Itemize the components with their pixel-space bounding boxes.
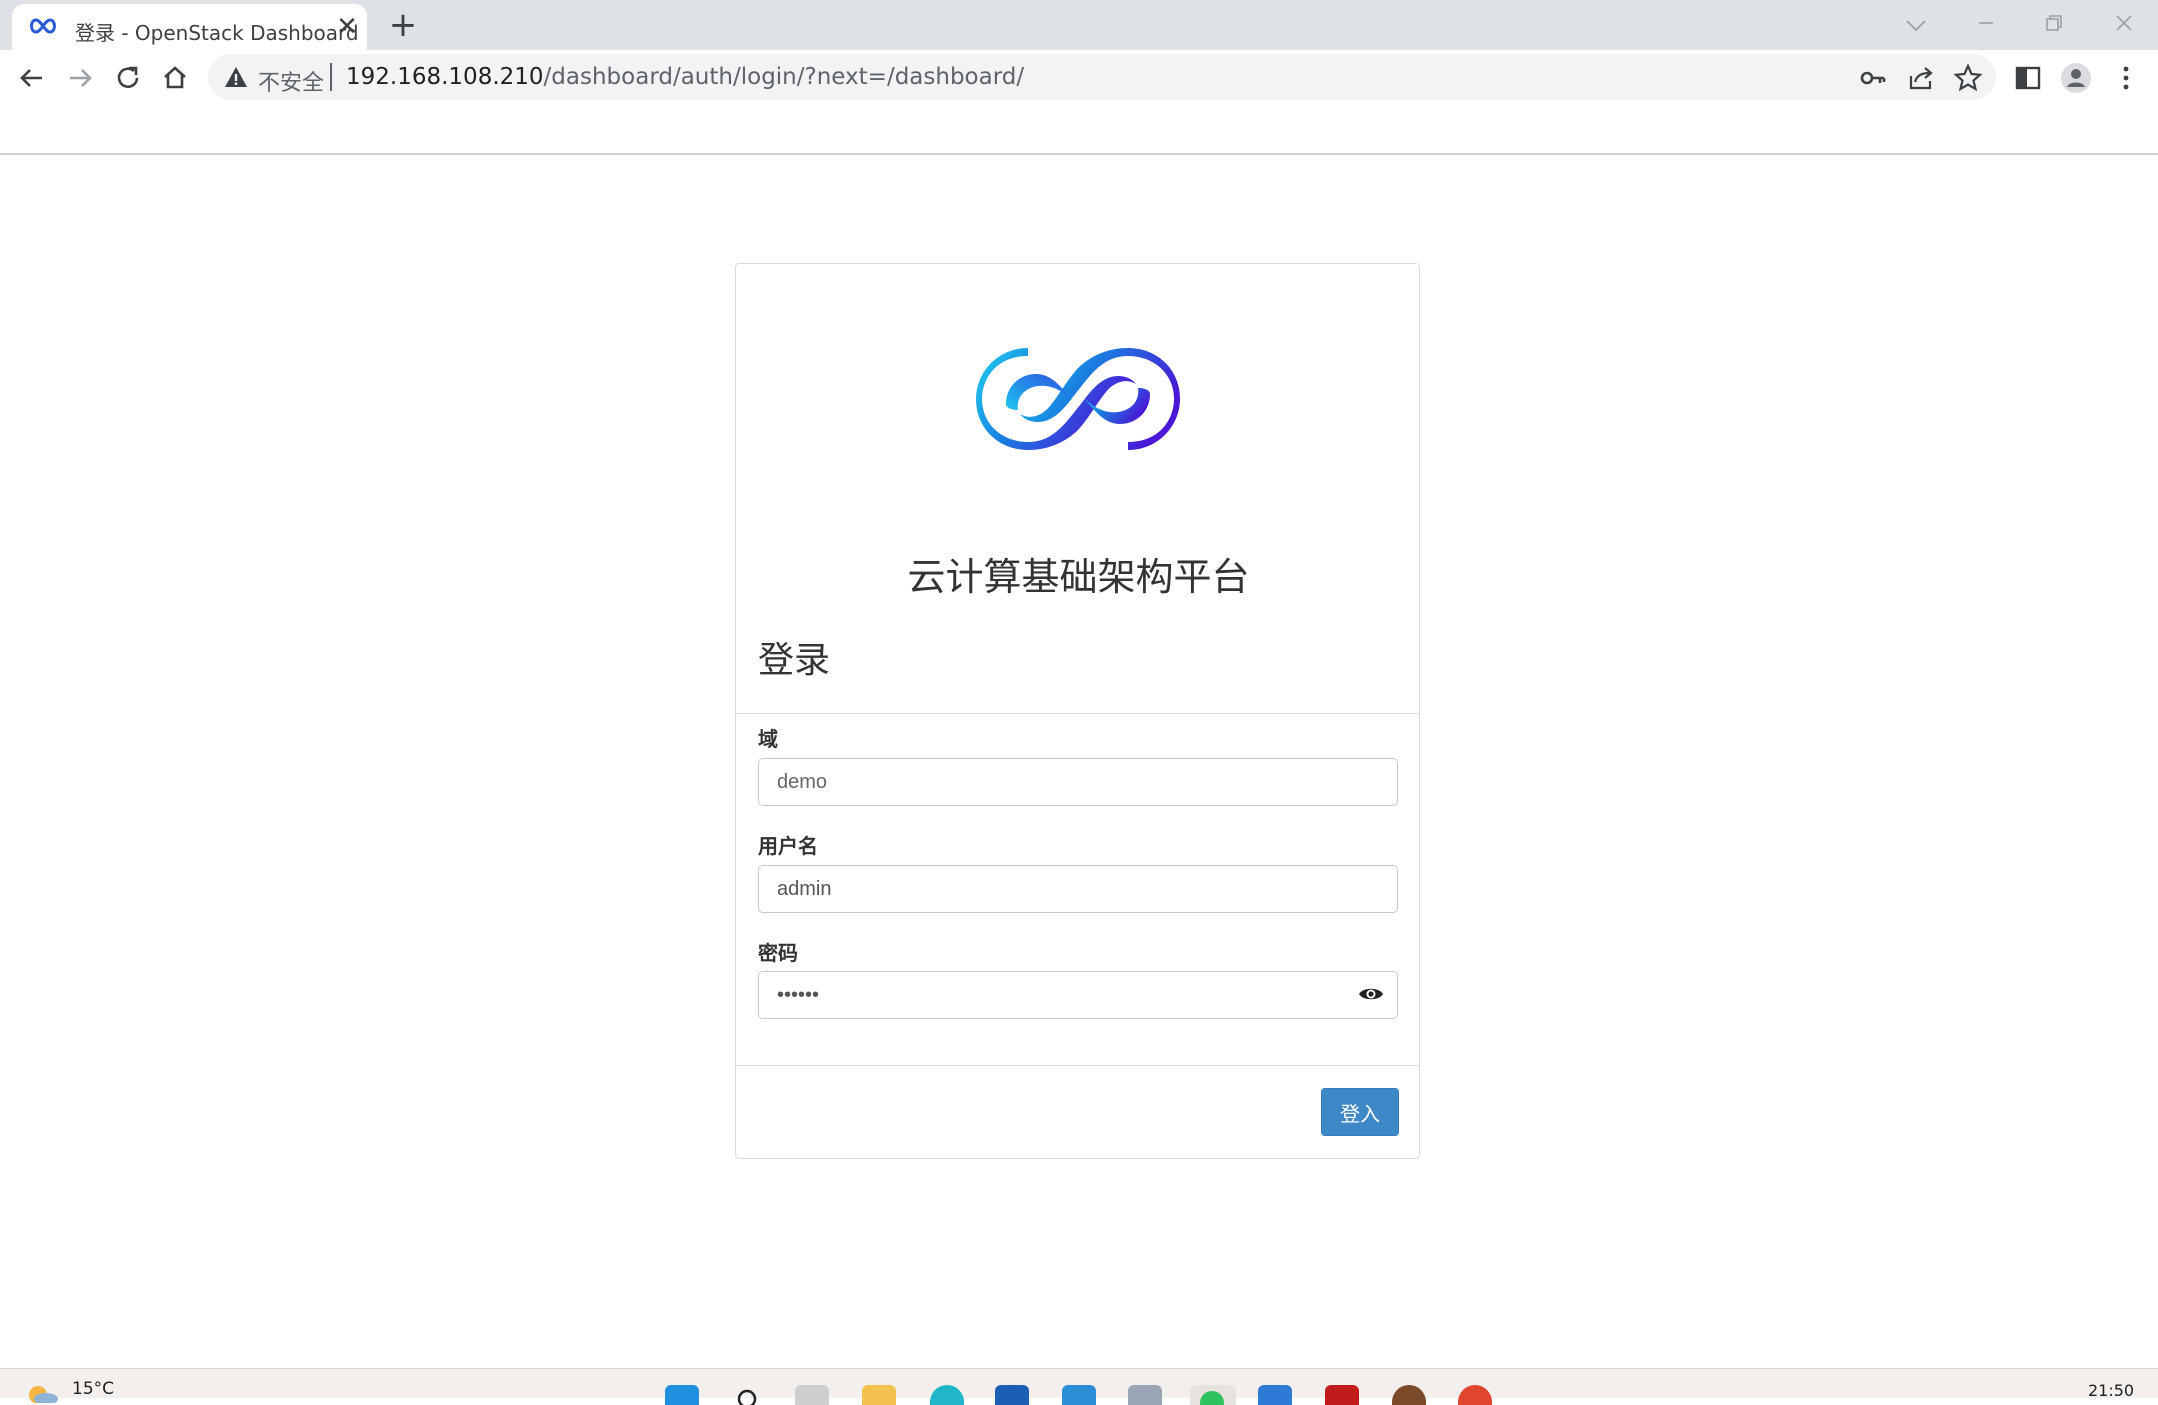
back-icon[interactable] [14,60,50,96]
security-status[interactable]: 不安全 [258,65,324,97]
url-host: 192.168.108.210 [346,64,544,90]
username-input[interactable] [758,865,1398,913]
tab-strip: 登录 - OpenStack Dashboard ✕ + [0,0,2158,50]
system-clock[interactable]: 21:50 [2088,1381,2134,1400]
password-label: 密码 [758,941,798,965]
page-divider [0,153,2158,155]
weather-icon[interactable] [24,1383,60,1403]
footer-divider [736,1065,1419,1066]
tab-close-icon[interactable]: ✕ [332,12,362,42]
domain-input[interactable] [758,758,1398,806]
app-icon[interactable] [1062,1385,1096,1405]
app-circle-icon[interactable] [1392,1385,1426,1405]
reload-icon[interactable] [110,60,146,96]
mail-icon[interactable] [1258,1385,1292,1405]
start-menu-icon[interactable] [665,1385,699,1405]
browser-tab[interactable]: 登录 - OpenStack Dashboard ✕ [12,4,367,50]
tab-title: 登录 - OpenStack Dashboard [75,21,359,45]
window-app-icon[interactable] [1128,1385,1162,1405]
pdf-reader-icon[interactable] [1325,1385,1359,1405]
side-panel-icon[interactable] [2012,62,2044,94]
home-icon[interactable] [157,60,193,96]
domain-label: 域 [758,727,778,751]
task-view-icon[interactable] [795,1385,829,1405]
browser-toolbar: 不安全 192.168.108.210/dashboard/auth/login… [0,50,2158,104]
warning-icon[interactable] [223,64,249,90]
login-heading: 登录 [758,640,831,681]
password-input[interactable] [758,971,1398,1019]
tab-search-icon[interactable] [1896,8,1936,42]
url-path: /dashboard/auth/login/?next=/dashboard/ [543,64,1025,90]
forward-icon[interactable] [62,60,98,96]
infinity-logo-icon [976,348,1180,450]
restore-icon[interactable] [2034,8,2074,42]
store-icon[interactable] [995,1385,1029,1405]
os-taskbar: 15°C 21:50 [0,1368,2158,1405]
edge-browser-icon[interactable] [930,1385,964,1405]
openstack-favicon-icon [30,18,56,34]
file-explorer-icon[interactable] [862,1385,896,1405]
search-icon[interactable] [730,1385,764,1405]
url-text[interactable]: 192.168.108.210/dashboard/auth/login/?ne… [346,64,1024,90]
platform-title: 云计算基础架构平台 [907,555,1250,599]
share-icon[interactable] [1906,63,1936,93]
weather-temperature[interactable]: 15°C [72,1379,114,1399]
login-card: 云计算基础架构平台 登录 域 用户名 密码 登入 [735,263,1420,1159]
omnibox-separator [330,63,332,91]
bookmark-star-icon[interactable] [1953,63,1983,93]
menu-kebab-icon[interactable] [2110,62,2142,94]
address-bar[interactable]: 不安全 192.168.108.210/dashboard/auth/login… [208,54,1996,100]
new-tab-button[interactable]: + [386,8,420,42]
wechat-glyph [1200,1391,1224,1405]
username-label: 用户名 [758,834,818,858]
key-icon[interactable] [1858,63,1888,93]
minimize-icon[interactable] [1966,8,2006,42]
show-password-eye-icon[interactable] [1358,984,1384,1004]
window-close-icon[interactable] [2104,8,2144,42]
signin-button[interactable]: 登入 [1321,1088,1399,1136]
chrome-icon[interactable] [1458,1385,1492,1405]
profile-avatar-icon[interactable] [2060,62,2092,94]
header-divider [736,713,1419,714]
wechat-icon[interactable] [1190,1385,1236,1405]
